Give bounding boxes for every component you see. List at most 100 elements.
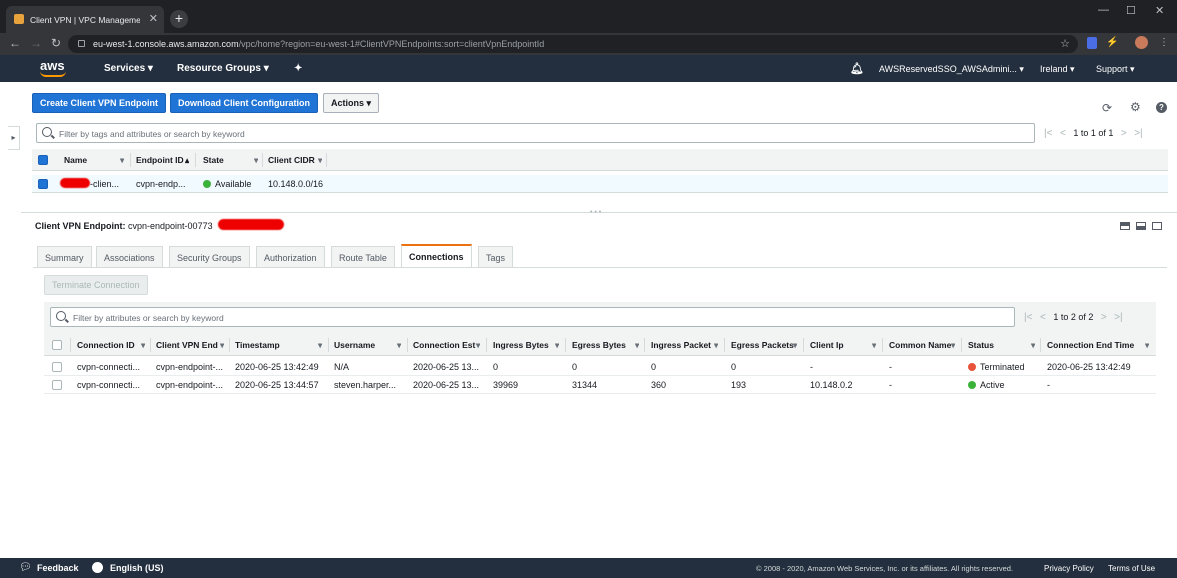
row-checkbox[interactable] <box>38 179 48 189</box>
sort-icon[interactable]: ▾ <box>1145 340 1149 351</box>
select-all-checkbox[interactable] <box>38 155 48 165</box>
sort-icon[interactable]: ▾ <box>397 340 401 351</box>
tab-associations[interactable]: Associations <box>96 246 163 268</box>
row-checkbox[interactable] <box>52 380 62 390</box>
refresh-icon[interactable]: ⟳ <box>1102 101 1112 115</box>
column-header[interactable]: Egress Bytes <box>572 340 626 350</box>
sort-icon[interactable]: ▾ <box>476 340 480 351</box>
column-header[interactable]: Endpoint ID <box>136 155 186 165</box>
region-menu[interactable]: Ireland ▾ <box>1040 64 1075 75</box>
column-header[interactable]: Common Name <box>889 340 955 350</box>
table-row[interactable]: cvpn-connecti... cvpn-endpoint-... 2020-… <box>44 358 1156 376</box>
endpoints-search-input[interactable]: Filter by tags and attributes or search … <box>36 123 1035 143</box>
tab-route-table[interactable]: Route Table <box>331 246 395 268</box>
extension-icon[interactable] <box>1087 37 1097 49</box>
browser-menu-icon[interactable]: ⋮ <box>1159 37 1169 48</box>
prev-page-icon[interactable]: < <box>1060 128 1066 139</box>
next-page-icon[interactable]: > <box>1101 312 1107 323</box>
minimize-icon[interactable]: — <box>1098 4 1109 16</box>
sort-icon[interactable]: ▾ <box>141 340 145 351</box>
column-header[interactable]: Client CIDR <box>268 155 315 165</box>
row-checkbox[interactable] <box>52 362 62 372</box>
column-header[interactable]: Ingress Packet <box>651 340 717 350</box>
column-header[interactable]: Connection Est <box>413 340 479 350</box>
browser-tab-bar: Client VPN | VPC Management C ✕ + — ☐ ✕ <box>0 0 1177 33</box>
column-header[interactable]: Ingress Bytes <box>493 340 549 350</box>
sort-icon[interactable]: ▾ <box>714 340 718 351</box>
sort-ascending-icon[interactable]: ▴ <box>185 155 189 166</box>
column-header[interactable]: Client VPN End <box>156 340 222 350</box>
sort-icon[interactable]: ▾ <box>1031 340 1035 351</box>
select-all-checkbox[interactable] <box>52 340 62 350</box>
column-header[interactable]: Client Ip <box>810 340 844 350</box>
sort-icon[interactable]: ▾ <box>254 155 258 166</box>
sort-icon[interactable]: ▾ <box>555 340 559 351</box>
connections-search-input[interactable]: Filter by attributes or search by keywor… <box>50 307 1015 327</box>
layout-icon[interactable] <box>1152 222 1162 230</box>
column-header[interactable]: Username <box>334 340 375 350</box>
sort-icon[interactable]: ▾ <box>318 155 322 166</box>
first-page-icon[interactable]: |< <box>1044 128 1052 139</box>
create-endpoint-button[interactable]: Create Client VPN Endpoint <box>32 93 167 113</box>
services-menu[interactable]: Services ▾ <box>104 63 153 74</box>
extension-icon[interactable]: ⚡ <box>1106 37 1118 48</box>
table-row[interactable]: -clien... cvpn-endp... Available 10.148.… <box>32 175 1168 193</box>
tab-summary[interactable]: Summary <box>37 246 92 268</box>
prev-page-icon[interactable]: < <box>1040 312 1046 323</box>
table-row[interactable]: cvpn-connecti... cvpn-endpoint-... 2020-… <box>44 376 1156 394</box>
close-window-icon[interactable]: ✕ <box>1155 4 1164 17</box>
sort-icon[interactable]: ▾ <box>872 340 876 351</box>
language-selector[interactable]: English (US) <box>110 563 164 573</box>
column-header[interactable]: State <box>203 155 224 165</box>
aws-logo[interactable]: aws <box>40 58 66 77</box>
terms-of-use-link[interactable]: Terms of Use <box>1108 564 1155 573</box>
sort-icon[interactable]: ▾ <box>220 340 224 351</box>
tab-connections[interactable]: Connections <box>401 244 472 268</box>
column-header[interactable]: Status <box>968 340 994 350</box>
privacy-policy-link[interactable]: Privacy Policy <box>1044 564 1094 573</box>
gear-icon[interactable]: ⚙ <box>1130 100 1141 114</box>
last-page-icon[interactable]: >| <box>1134 128 1142 139</box>
maximize-icon[interactable]: ☐ <box>1126 4 1136 17</box>
new-tab-button[interactable]: + <box>170 10 188 28</box>
column-header[interactable]: Connection ID <box>77 340 147 350</box>
column-header[interactable]: Connection End Time <box>1047 340 1134 350</box>
layout-icon[interactable] <box>1120 222 1130 230</box>
connection-established: 2020-06-25 13... <box>413 362 480 372</box>
resource-groups-menu[interactable]: Resource Groups ▾ <box>177 63 269 74</box>
resize-handle-icon[interactable]: • • • <box>590 209 601 216</box>
layout-icon[interactable] <box>1136 222 1146 230</box>
back-icon[interactable]: ← <box>9 36 21 50</box>
first-page-icon[interactable]: |< <box>1024 312 1032 323</box>
terminate-connection-button[interactable]: Terminate Connection <box>44 275 148 295</box>
profile-avatar[interactable] <box>1135 36 1148 49</box>
last-page-icon[interactable]: >| <box>1114 312 1122 323</box>
address-bar[interactable]: eu-west-1.console.aws.amazon.com/vpc/hom… <box>68 35 1078 53</box>
next-page-icon[interactable]: > <box>1121 128 1127 139</box>
column-header[interactable]: Name <box>64 155 87 165</box>
account-menu[interactable]: AWSReservedSSO_AWSAdmini... ▾ <box>879 64 1024 75</box>
actions-button[interactable]: Actions ▾ <box>323 93 380 113</box>
sort-icon[interactable]: ▾ <box>793 340 797 351</box>
help-icon[interactable]: ? <box>1156 102 1167 113</box>
tab-authorization[interactable]: Authorization <box>256 246 325 268</box>
pin-icon[interactable]: ✦ <box>294 63 302 74</box>
close-tab-icon[interactable]: ✕ <box>149 12 158 25</box>
column-header[interactable]: Timestamp <box>235 340 280 350</box>
tab-security-groups[interactable]: Security Groups <box>169 246 250 268</box>
sort-icon[interactable]: ▾ <box>635 340 639 351</box>
feedback-link[interactable]: Feedback <box>37 563 79 573</box>
reload-icon[interactable]: ↻ <box>51 36 61 50</box>
sort-icon[interactable]: ▾ <box>951 340 955 351</box>
bell-icon[interactable]: 🔔︎ <box>850 62 864 75</box>
star-icon[interactable]: ☆ <box>1060 37 1070 50</box>
sort-icon[interactable]: ▾ <box>120 155 124 166</box>
tab-tags[interactable]: Tags <box>478 246 514 268</box>
download-config-button[interactable]: Download Client Configuration <box>170 93 318 113</box>
browser-tab[interactable]: Client VPN | VPC Management C ✕ <box>6 6 164 33</box>
column-header[interactable]: Egress Packets <box>731 340 797 350</box>
forward-icon[interactable]: → <box>30 36 42 50</box>
sort-icon[interactable]: ▾ <box>318 340 322 351</box>
support-menu[interactable]: Support ▾ <box>1096 64 1135 75</box>
expand-sidebar-button[interactable]: ▸ <box>8 126 20 150</box>
